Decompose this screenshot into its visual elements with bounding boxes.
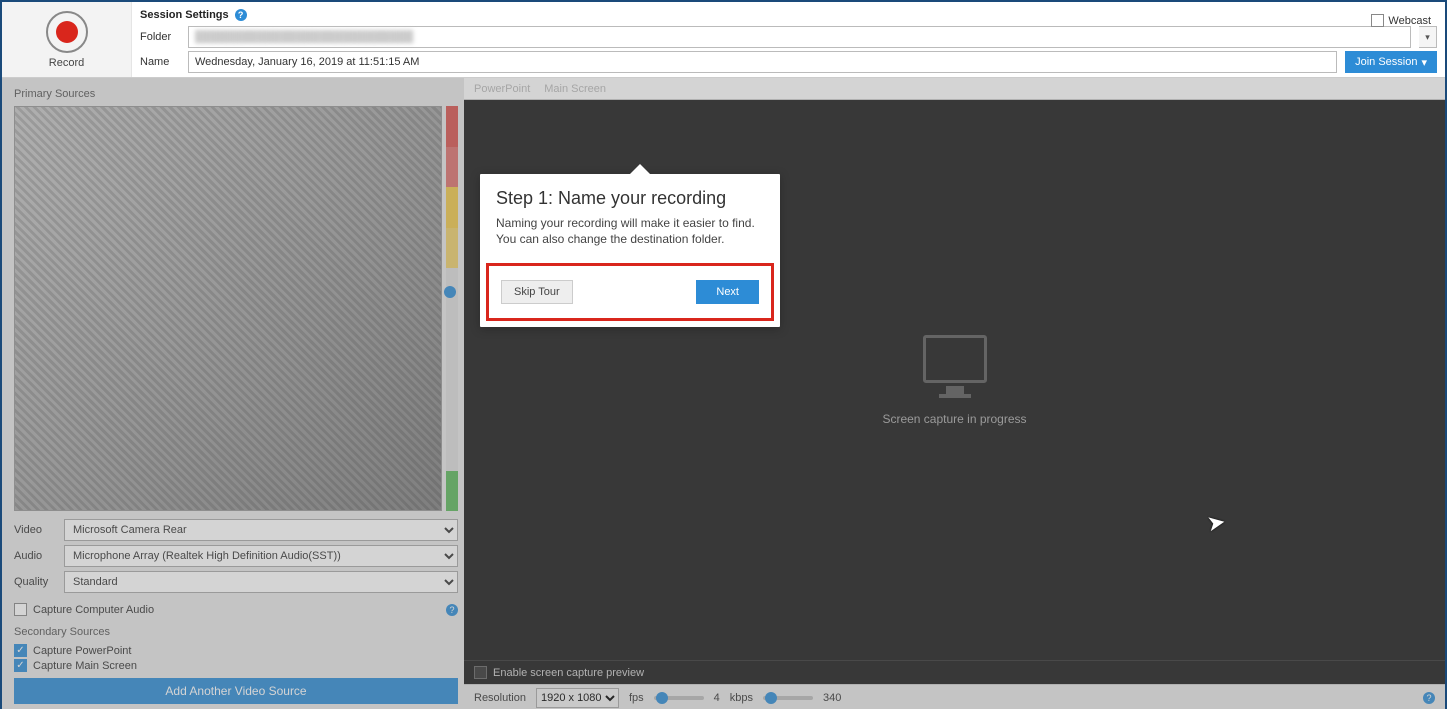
record-icon (46, 11, 88, 53)
kbps-value: 340 (823, 692, 841, 704)
join-session-button[interactable]: Join Session▾ (1345, 51, 1437, 73)
capture-powerpoint-checkbox[interactable] (14, 644, 27, 657)
capture-main-screen-checkbox[interactable] (14, 659, 27, 672)
capture-computer-audio-label: Capture Computer Audio (33, 604, 154, 616)
capture-computer-audio-checkbox[interactable] (14, 603, 27, 616)
kbps-label: kbps (730, 692, 753, 704)
name-label: Name (140, 56, 180, 68)
quality-label: Quality (14, 576, 58, 588)
video-select[interactable]: Microsoft Camera Rear (64, 519, 458, 541)
fps-value: 4 (714, 692, 720, 704)
audio-select[interactable]: Microphone Array (Realtek High Definitio… (64, 545, 458, 567)
capture-powerpoint-label: Capture PowerPoint (33, 645, 131, 657)
secondary-sources-title: Secondary Sources (14, 626, 458, 638)
primary-sources-title: Primary Sources (14, 88, 458, 100)
webcast-label: Webcast (1388, 15, 1431, 27)
add-video-source-button[interactable]: Add Another Video Source (14, 678, 458, 704)
monitor-icon (923, 335, 987, 398)
record-button[interactable]: Record (2, 2, 132, 77)
folder-value: ████████████████████████████ (195, 31, 413, 43)
chevron-down-icon: ▾ (1421, 56, 1427, 69)
skip-tour-button[interactable]: Skip Tour (501, 280, 573, 304)
camera-preview (14, 106, 442, 511)
video-label: Video (14, 524, 58, 536)
tab-main-screen[interactable]: Main Screen (544, 83, 606, 95)
tour-title: Step 1: Name your recording (496, 188, 764, 209)
quality-select[interactable]: Standard (64, 571, 458, 593)
kbps-slider[interactable] (763, 696, 813, 700)
session-name-input[interactable] (188, 51, 1337, 73)
capture-main-screen-label: Capture Main Screen (33, 660, 137, 672)
folder-label: Folder (140, 31, 180, 43)
folder-select[interactable]: ████████████████████████████ (188, 26, 1411, 48)
tour-popup: Step 1: Name your recording Naming your … (480, 174, 780, 327)
help-icon[interactable]: ? (235, 9, 247, 21)
resolution-select[interactable]: 1920 x 1080 (536, 688, 619, 708)
audio-meter (446, 106, 458, 511)
screen-capture-status: Screen capture in progress (882, 412, 1026, 426)
folder-dropdown-icon[interactable]: ▾ (1419, 26, 1437, 48)
record-label: Record (49, 57, 84, 69)
help-icon[interactable]: ? (446, 604, 458, 616)
tour-body-text: Naming your recording will make it easie… (496, 215, 764, 247)
tab-powerpoint[interactable]: PowerPoint (474, 83, 530, 95)
next-button[interactable]: Next (696, 280, 759, 304)
resolution-label: Resolution (474, 692, 526, 704)
enable-preview-checkbox[interactable] (474, 666, 487, 679)
audio-label: Audio (14, 550, 58, 562)
webcast-checkbox[interactable] (1371, 14, 1384, 27)
session-settings-title: Session Settings (140, 9, 229, 21)
audio-level-slider[interactable] (444, 286, 456, 298)
fps-label: fps (629, 692, 644, 704)
enable-preview-label: Enable screen capture preview (493, 667, 644, 679)
fps-slider[interactable] (654, 696, 704, 700)
help-icon[interactable]: ? (1423, 692, 1435, 704)
